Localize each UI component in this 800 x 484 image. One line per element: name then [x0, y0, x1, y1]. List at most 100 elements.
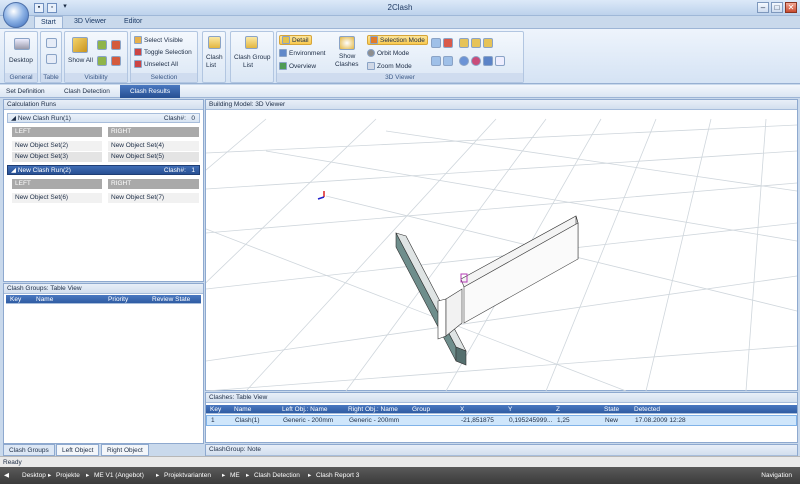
overview-button[interactable]: Overview	[279, 61, 316, 71]
desktop-icon[interactable]	[14, 38, 30, 50]
navigation-button[interactable]: Navigation	[761, 467, 792, 484]
clash-list-icon[interactable]	[208, 36, 221, 49]
expand-icon[interactable]: ◢	[11, 115, 18, 122]
column-group[interactable]: Group	[412, 405, 430, 414]
show-all-button[interactable]: Show All	[68, 57, 93, 64]
detail-button[interactable]: Detail	[279, 35, 312, 45]
desktop-button[interactable]: Desktop	[9, 57, 33, 64]
clash-groups-title: Clash Groups: Table View	[4, 284, 203, 294]
clash-count-label: Clash#:	[163, 115, 186, 122]
clashes-title: Clashes: Table View	[206, 393, 797, 403]
clash-run-2-header[interactable]: ◢ New Clash Run(2) Clash#: 1	[7, 165, 200, 175]
left-object-set[interactable]: New Object Set(2)	[12, 141, 102, 151]
show-clashes-button-line2: Clashes	[335, 61, 359, 68]
back-arrow-icon[interactable]: ◀	[4, 467, 9, 484]
minimize-button[interactable]: –	[757, 2, 769, 13]
tab-clash-groups[interactable]: Clash Groups	[3, 444, 55, 456]
table-column-icon[interactable]	[46, 38, 57, 48]
show-all-icon[interactable]	[72, 37, 88, 53]
color-icon[interactable]	[471, 56, 481, 66]
cell-right-obj: Generic - 200mm	[349, 417, 400, 424]
column-key[interactable]: Key	[10, 295, 21, 304]
wall-model[interactable]	[395, 215, 579, 366]
nav-item[interactable]: Clash Detection	[254, 467, 300, 484]
column-detected[interactable]: Detected	[634, 405, 660, 414]
column-name[interactable]: Name	[234, 405, 251, 414]
tab-right-object[interactable]: Right Object	[101, 444, 149, 456]
crumb-clash-results[interactable]: Clash Results	[120, 85, 181, 98]
nav-separator-icon: ▸	[222, 472, 226, 479]
nav-item[interactable]: Clash Report 3	[316, 467, 359, 484]
column-review-state[interactable]: Review State	[152, 295, 190, 304]
right-object-set[interactable]: New Object Set(7)	[108, 193, 199, 203]
environment-button[interactable]: Environment	[279, 48, 326, 58]
hide-icon[interactable]	[111, 40, 121, 50]
expand-icon[interactable]: ◢	[11, 167, 18, 174]
left-object-set[interactable]: New Object Set(3)	[12, 152, 102, 162]
zoom-window-icon[interactable]	[443, 56, 453, 66]
ribbon-tabs: Start 3D Viewer Editor	[0, 16, 800, 28]
column-priority[interactable]: Priority	[108, 295, 128, 304]
clash-groups-panel: Clash Groups: Table View Key Name Priori…	[3, 283, 204, 444]
isolate-icon[interactable]	[97, 56, 107, 66]
nav-item[interactable]: Projektvarianten	[164, 467, 211, 484]
right-object-set[interactable]: New Object Set(4)	[108, 141, 199, 151]
nav-item[interactable]: ME V1 (Angebot)	[94, 467, 144, 484]
column-left-obj[interactable]: Left Obj.: Name	[282, 405, 328, 414]
zoom-mode-button[interactable]: Zoom Mode	[367, 61, 412, 71]
nav-item[interactable]: Projekte	[56, 467, 80, 484]
select-visible-icon	[134, 36, 142, 44]
window-mode-icon[interactable]	[495, 56, 505, 66]
crumb-set-definition[interactable]: Set Definition	[2, 85, 49, 98]
tab-start[interactable]: Start	[34, 16, 63, 28]
visibility-icon[interactable]	[97, 40, 107, 50]
clash-group-list-icon[interactable]	[245, 36, 258, 49]
clash-count-label: Clash#:	[163, 167, 186, 174]
clash-count-value: 1	[191, 167, 195, 174]
view-front-icon[interactable]	[459, 38, 469, 48]
clash-group-list-button[interactable]: Clash Group	[234, 54, 271, 61]
column-name[interactable]: Name	[36, 295, 53, 304]
ground-grid	[206, 118, 797, 391]
clash-list-button[interactable]: Clash	[206, 54, 223, 61]
nav-item[interactable]: Desktop	[22, 467, 46, 484]
column-key[interactable]: Key	[210, 405, 221, 414]
zoom-fit-icon[interactable]	[431, 56, 441, 66]
tab-3d-viewer[interactable]: 3D Viewer	[68, 16, 112, 28]
maximize-button[interactable]: □	[771, 2, 783, 13]
nav-separator-icon: ▸	[246, 472, 250, 479]
viewer-canvas[interactable]	[206, 111, 797, 391]
view-side-icon[interactable]	[471, 38, 481, 48]
close-button[interactable]: ✕	[785, 2, 797, 13]
tab-editor[interactable]: Editor	[118, 16, 148, 28]
cell-name: Clash(1)	[235, 417, 260, 424]
clash-run-1-header[interactable]: ◢ New Clash Run(1) Clash#: 0	[7, 113, 200, 123]
toggle-selection-button[interactable]: Toggle Selection	[134, 47, 192, 57]
select-visible-button[interactable]: Select Visible	[134, 35, 183, 45]
zoom-in-icon[interactable]	[431, 38, 441, 48]
clash-list-button-line2: List	[206, 62, 217, 69]
hide-selected-icon[interactable]	[111, 56, 121, 66]
column-z[interactable]: Z	[556, 405, 560, 414]
column-right-obj[interactable]: Right Obj.: Name	[348, 405, 398, 414]
table-row-icon[interactable]	[46, 54, 57, 64]
tab-left-object[interactable]: Left Object	[56, 444, 100, 456]
zoom-out-icon[interactable]	[443, 38, 453, 48]
column-x[interactable]: X	[460, 405, 464, 414]
camera-icon[interactable]	[483, 56, 493, 66]
show-clashes-button[interactable]: Show	[339, 53, 355, 60]
show-clashes-icon[interactable]	[339, 36, 355, 50]
nav-item[interactable]: ME	[230, 467, 240, 484]
table-row[interactable]: 1 Clash(1) Generic - 200mm Generic - 200…	[206, 415, 797, 426]
unselect-all-button[interactable]: Unselect All	[134, 59, 178, 69]
selection-mode-button[interactable]: Selection Mode	[367, 35, 428, 45]
column-y[interactable]: Y	[508, 405, 512, 414]
right-object-set[interactable]: New Object Set(5)	[108, 152, 199, 162]
crumb-clash-detection[interactable]: Clash Detection	[60, 85, 114, 98]
column-state[interactable]: State	[604, 405, 619, 414]
left-object-set[interactable]: New Object Set(6)	[12, 193, 102, 203]
orbit-mode-button[interactable]: Orbit Mode	[367, 48, 409, 58]
render-icon[interactable]	[459, 56, 469, 66]
view-top-icon[interactable]	[483, 38, 493, 48]
application-menu-button[interactable]	[3, 2, 29, 28]
